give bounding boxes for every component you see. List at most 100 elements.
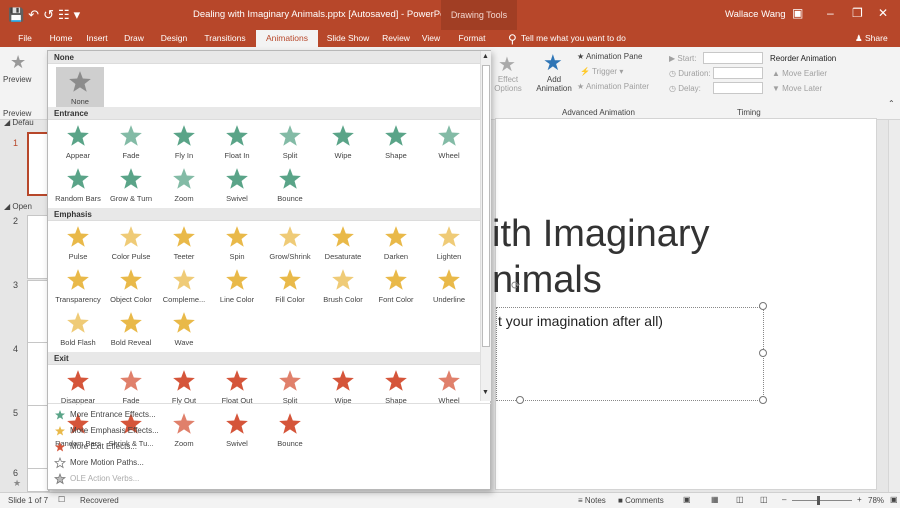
vertical-scrollbar[interactable] bbox=[888, 120, 900, 492]
more-effects-item-more-entrance-effects[interactable]: More Entrance Effects... bbox=[54, 408, 354, 423]
add-animation-button[interactable]: Add Animation bbox=[535, 75, 573, 93]
slide-title-line-2[interactable]: nimals bbox=[492, 259, 602, 302]
restore-icon[interactable]: ❐ bbox=[852, 6, 863, 20]
animation-entrance-swivel[interactable]: Swivel bbox=[213, 164, 261, 208]
animation-emphasis-font-color[interactable]: Font Color bbox=[372, 265, 420, 309]
trigger-button[interactable]: ⚡ Trigger ▾ bbox=[580, 67, 623, 76]
start-dropdown[interactable] bbox=[703, 52, 763, 64]
animation-emphasis-color-pulse[interactable]: Color Pulse bbox=[107, 222, 155, 266]
animation-emphasis-darken[interactable]: Darken bbox=[372, 222, 420, 266]
animation-emphasis-desaturate[interactable]: Desaturate bbox=[319, 222, 367, 266]
duration-stepper[interactable] bbox=[713, 67, 763, 79]
animation-emphasis-teeter[interactable]: Teeter bbox=[160, 222, 208, 266]
close-icon[interactable]: ✕ bbox=[878, 6, 888, 20]
rotate-handle-icon[interactable]: ⟳ bbox=[511, 279, 520, 292]
more-effects-item-more-exit-effects[interactable]: More Exit Effects... bbox=[54, 440, 354, 455]
tab-draw[interactable]: Draw bbox=[119, 30, 149, 47]
more-effects-item-ole-action-verbs[interactable]: OLE Action Verbs... bbox=[54, 472, 354, 487]
zoom-slider-thumb[interactable] bbox=[817, 496, 820, 505]
resize-handle[interactable] bbox=[759, 302, 767, 310]
delay-stepper[interactable] bbox=[713, 82, 763, 94]
preview-button[interactable]: Preview bbox=[3, 75, 31, 84]
animation-entrance-appear[interactable]: Appear bbox=[54, 121, 102, 165]
zoom-level[interactable]: 78% bbox=[868, 496, 884, 505]
animation-pane-button[interactable]: ★ Animation Pane bbox=[577, 52, 642, 61]
animation-emphasis-fill-color[interactable]: Fill Color bbox=[266, 265, 314, 309]
minimize-icon[interactable]: – bbox=[827, 6, 834, 20]
animation-emphasis-compleme[interactable]: Compleme... bbox=[160, 265, 208, 309]
animation-entrance-split[interactable]: Split bbox=[266, 121, 314, 165]
animation-entrance-fade[interactable]: Fade bbox=[107, 121, 155, 165]
animation-emphasis-spin[interactable]: Spin bbox=[213, 222, 261, 266]
section-default[interactable]: ◢ Defau bbox=[4, 118, 34, 127]
tab-animations[interactable]: Animations bbox=[256, 30, 318, 47]
slide-title-line-1[interactable]: ith Imaginary bbox=[492, 213, 710, 256]
animation-none[interactable]: None bbox=[56, 67, 104, 111]
tab-format[interactable]: Format bbox=[452, 30, 492, 47]
zoom-out-icon[interactable]: – bbox=[782, 495, 786, 504]
scroll-up-icon[interactable]: ▲ bbox=[482, 53, 489, 60]
animation-emphasis-wave[interactable]: Wave bbox=[160, 308, 208, 352]
resize-handle[interactable] bbox=[516, 396, 524, 404]
effect-options-button[interactable]: Effect Options bbox=[494, 75, 522, 93]
tell-me-search[interactable]: Tell me what you want to do bbox=[521, 33, 626, 43]
user-name[interactable]: Wallace Wang bbox=[725, 9, 786, 20]
animation-entrance-zoom[interactable]: Zoom bbox=[160, 164, 208, 208]
resize-handle[interactable] bbox=[759, 349, 767, 357]
animation-emphasis-bold-reveal[interactable]: Bold Reveal bbox=[107, 308, 155, 352]
more-effects-item-more-motion-paths[interactable]: More Motion Paths... bbox=[54, 456, 354, 471]
animation-emphasis-line-color[interactable]: Line Color bbox=[213, 265, 261, 309]
move-earlier-button[interactable]: ▲ Move Earlier bbox=[772, 69, 827, 78]
animation-entrance-grow-turn[interactable]: Grow & Turn bbox=[107, 164, 155, 208]
share-button[interactable]: ♟ Share bbox=[855, 33, 888, 44]
normal-view-icon[interactable]: ▣ bbox=[683, 495, 691, 504]
animation-emphasis-grow-shrink[interactable]: Grow/Shrink bbox=[266, 222, 314, 266]
slide-thumb-2[interactable] bbox=[27, 215, 49, 279]
animation-emphasis-lighten[interactable]: Lighten bbox=[425, 222, 473, 266]
animation-painter-button[interactable]: ★ Animation Painter bbox=[577, 82, 649, 91]
scroll-thumb[interactable] bbox=[482, 65, 490, 347]
resize-handle[interactable] bbox=[759, 396, 767, 404]
animation-entrance-random-bars[interactable]: Random Bars bbox=[54, 164, 102, 208]
tab-slide-show[interactable]: Slide Show bbox=[322, 30, 374, 47]
collapse-ribbon-icon[interactable]: ⌃ bbox=[888, 99, 895, 108]
slide-subtitle[interactable]: t your imagination after all) bbox=[498, 313, 663, 329]
zoom-slider[interactable] bbox=[792, 500, 852, 501]
quick-access-toolbar[interactable]: 💾↶↺☷▾ bbox=[8, 7, 84, 23]
tab-design[interactable]: Design bbox=[154, 30, 194, 47]
reading-view-icon[interactable]: ◫ bbox=[736, 495, 744, 504]
animation-entrance-fly-in[interactable]: Fly In bbox=[160, 121, 208, 165]
fit-slide-icon[interactable]: ▣ bbox=[890, 495, 898, 504]
animation-emphasis-pulse[interactable]: Pulse bbox=[54, 222, 102, 266]
tab-home[interactable]: Home bbox=[46, 30, 76, 47]
slide-thumb-1[interactable] bbox=[27, 132, 49, 196]
tab-view[interactable]: View bbox=[417, 30, 445, 47]
slide-thumb-6[interactable] bbox=[27, 468, 49, 492]
current-slide[interactable]: ith Imaginary nimals t your imagination … bbox=[492, 118, 877, 490]
animation-emphasis-brush-color[interactable]: Brush Color bbox=[319, 265, 367, 309]
animation-emphasis-bold-flash[interactable]: Bold Flash bbox=[54, 308, 102, 352]
gallery-scrollbar[interactable]: ▲ ▼ bbox=[480, 51, 491, 401]
animation-emphasis-underline[interactable]: Underline bbox=[425, 265, 473, 309]
tab-file[interactable]: File bbox=[12, 30, 38, 47]
slide-thumb-3[interactable] bbox=[27, 280, 49, 344]
zoom-in-icon[interactable]: + bbox=[857, 495, 862, 504]
notes-button[interactable]: ≡ Notes bbox=[578, 496, 606, 505]
comments-button[interactable]: ■ Comments bbox=[618, 496, 664, 505]
animation-entrance-float-in[interactable]: Float In bbox=[213, 121, 261, 165]
animation-entrance-wheel[interactable]: Wheel bbox=[425, 121, 473, 165]
slide-thumb-5[interactable] bbox=[27, 405, 49, 469]
slide-sorter-icon[interactable]: ▦ bbox=[711, 495, 719, 504]
slide-thumb-4[interactable] bbox=[27, 342, 49, 406]
animation-emphasis-transparency[interactable]: Transparency bbox=[54, 265, 102, 309]
tab-insert[interactable]: Insert bbox=[80, 30, 114, 47]
slideshow-view-icon[interactable]: ◫ bbox=[760, 495, 768, 504]
tab-transitions[interactable]: Transitions bbox=[198, 30, 252, 47]
scroll-down-icon[interactable]: ▼ bbox=[482, 389, 489, 396]
spellcheck-icon[interactable]: ☐ bbox=[58, 495, 65, 504]
move-later-button[interactable]: ▼ Move Later bbox=[772, 84, 822, 93]
animation-entrance-bounce[interactable]: Bounce bbox=[266, 164, 314, 208]
section-open[interactable]: ◢ Open bbox=[4, 202, 32, 211]
animation-entrance-shape[interactable]: Shape bbox=[372, 121, 420, 165]
ribbon-display-icon[interactable]: ▣ bbox=[792, 6, 803, 20]
